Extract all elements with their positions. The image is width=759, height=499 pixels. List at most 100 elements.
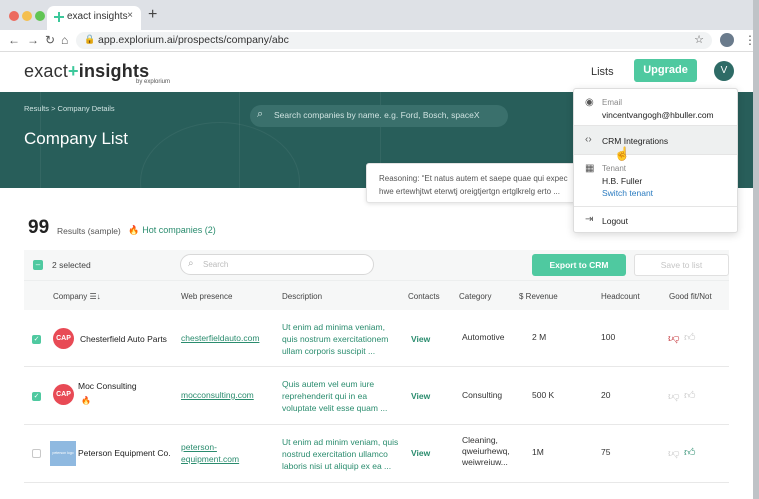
results-count: 99 bbox=[28, 217, 50, 238]
bookmark-star-icon[interactable]: ☆ bbox=[694, 33, 704, 46]
hand-cursor-icon: ☝ bbox=[614, 146, 631, 161]
description: Quis autem vel eum iure reprehenderit qu… bbox=[282, 379, 388, 413]
favicon-icon bbox=[54, 12, 64, 22]
column-header-good-fit: Good fit/Not bbox=[669, 292, 712, 301]
search-icon: ⌕ bbox=[257, 108, 264, 120]
column-header-description: Description bbox=[282, 292, 323, 301]
tab-close-icon[interactable]: × bbox=[127, 10, 133, 21]
home-icon[interactable]: ⌂ bbox=[61, 33, 68, 47]
column-header-contacts: Contacts bbox=[408, 292, 440, 301]
thumbs-up-icon[interactable]: 👍︎ bbox=[684, 389, 696, 403]
column-header-headcount: Headcount bbox=[601, 292, 640, 301]
revenue: 1M bbox=[532, 447, 544, 457]
column-header-revenue: $ Revenue bbox=[519, 292, 558, 301]
maximize-window-button[interactable] bbox=[35, 11, 45, 21]
logo-text-insights: insights bbox=[78, 61, 150, 81]
email-section: ◉ Email vincentvangogh@hbuller.com bbox=[574, 89, 737, 125]
description: Ut enim ad minim veniam, quis nostrud ex… bbox=[282, 437, 399, 471]
tenant-value: H.B. Fuller bbox=[602, 176, 643, 186]
selected-count: 2 selected bbox=[52, 260, 91, 270]
category: Cleaning, qweiurhewq, weiwreiuw... bbox=[462, 435, 510, 467]
good-fit-controls: 👍︎ 👍︎ bbox=[668, 446, 700, 460]
table-header: Company ☰↓ Web presence Description Cont… bbox=[24, 280, 729, 310]
view-contacts-link[interactable]: View bbox=[411, 391, 430, 401]
new-tab-button[interactable]: + bbox=[148, 6, 157, 24]
crm-integrations-item[interactable]: ‹› CRM Integrations bbox=[574, 126, 737, 154]
crm-integrations-label: CRM Integrations bbox=[602, 136, 669, 146]
row-checkbox[interactable]: ✓ bbox=[32, 335, 41, 344]
hot-companies-filter[interactable]: 🔥 Hot companies (2) bbox=[128, 225, 216, 236]
view-contacts-link[interactable]: View bbox=[411, 448, 430, 458]
company-search-input[interactable]: ⌕ Search companies by name. e.g. Ford, B… bbox=[250, 105, 508, 127]
url-text: app.explorium.ai/prospects/company/abc bbox=[98, 34, 289, 46]
headcount: 75 bbox=[601, 447, 611, 457]
minimize-window-button[interactable] bbox=[22, 11, 32, 21]
upgrade-button[interactable]: Upgrade bbox=[634, 59, 697, 82]
company-search-placeholder: Search companies by name. e.g. Ford, Bos… bbox=[274, 110, 480, 120]
export-to-crm-button[interactable]: Export to CRM bbox=[532, 254, 626, 276]
user-avatar[interactable]: V bbox=[714, 61, 734, 81]
tenant-label: Tenant bbox=[602, 164, 627, 173]
headcount: 100 bbox=[601, 332, 616, 342]
search-icon: ⌕ bbox=[188, 258, 194, 269]
thumbs-up-icon[interactable]: 👍︎ bbox=[684, 331, 696, 345]
save-to-list-button[interactable]: Save to list bbox=[634, 254, 729, 276]
forward-icon[interactable]: → bbox=[27, 33, 39, 47]
company-name[interactable]: Chesterfield Auto Parts bbox=[80, 334, 167, 344]
company-logo: CAP bbox=[53, 384, 74, 405]
thumbs-down-icon[interactable]: 👍︎ bbox=[668, 389, 680, 403]
lock-icon: 🔒 bbox=[84, 34, 96, 44]
table-row[interactable]: ✓ CAP Chesterfield Auto Parts chesterfie… bbox=[24, 310, 729, 367]
table-row[interactable]: ✓ CAP Moc Consulting 🔥 mocconsulting.com… bbox=[24, 367, 729, 425]
lists-link[interactable]: Lists bbox=[591, 66, 614, 78]
browser-tab-bar: exact insights × + bbox=[0, 0, 759, 30]
web-link[interactable]: mocconsulting.com bbox=[181, 389, 254, 401]
close-window-button[interactable] bbox=[9, 11, 19, 21]
hot-companies-label: Hot companies (2) bbox=[142, 225, 216, 235]
company-name[interactable]: Moc Consulting bbox=[78, 381, 137, 391]
url-field[interactable]: 🔒 app.explorium.ai/prospects/company/abc… bbox=[76, 32, 712, 49]
table-search-placeholder: Search bbox=[203, 260, 229, 269]
company-name[interactable]: Peterson Equipment Co. bbox=[78, 448, 171, 458]
reasoning-tooltip: Reasoning: “Et natus autem et saepe quae… bbox=[366, 163, 576, 203]
browser-profile-avatar[interactable] bbox=[720, 33, 734, 47]
logo[interactable]: exact+insights bbox=[24, 61, 149, 82]
fire-icon: 🔥 bbox=[81, 396, 91, 405]
revenue: 500 K bbox=[532, 390, 555, 400]
reasoning-line-1: Reasoning: “Et natus autem et saepe quae… bbox=[379, 174, 568, 183]
good-fit-controls: 👍︎ 👍︎ bbox=[668, 331, 700, 345]
email-value: vincentvangogh@hbuller.com bbox=[602, 110, 714, 120]
breadcrumb[interactable]: Results > Company Details bbox=[24, 104, 115, 113]
thumbs-down-icon[interactable]: 👍︎ bbox=[668, 331, 680, 345]
browser-tab[interactable]: exact insights × bbox=[47, 6, 141, 30]
integrations-icon: ‹› bbox=[585, 134, 592, 145]
table-row[interactable]: peterson logo Peterson Equipment Co. pet… bbox=[24, 425, 729, 483]
tenant-section: ▦ Tenant H.B. Fuller Switch tenant bbox=[574, 155, 737, 205]
fire-icon: 🔥 bbox=[128, 225, 140, 235]
select-all-checkbox[interactable]: – bbox=[33, 260, 43, 270]
email-label: Email bbox=[602, 98, 623, 107]
row-checkbox[interactable] bbox=[32, 449, 41, 458]
row-checkbox[interactable]: ✓ bbox=[32, 392, 41, 401]
view-contacts-link[interactable]: View bbox=[411, 334, 430, 344]
user-menu-dropdown: ◉ Email vincentvangogh@hbuller.com ‹› CR… bbox=[573, 88, 738, 233]
column-header-company[interactable]: Company ☰↓ bbox=[53, 292, 101, 301]
web-link[interactable]: chesterfieldauto.com bbox=[181, 332, 259, 344]
thumbs-down-icon[interactable]: 👍︎ bbox=[668, 446, 680, 460]
switch-tenant-link[interactable]: Switch tenant bbox=[602, 188, 653, 198]
table-search-input[interactable]: ⌕ Search bbox=[180, 254, 374, 275]
column-header-category: Category bbox=[459, 292, 492, 301]
table-toolbar: – 2 selected ⌕ Search Export to CRM Save… bbox=[24, 250, 729, 280]
thumbs-up-icon[interactable]: 👍︎ bbox=[684, 446, 696, 460]
description: Ut enim ad minima veniam, quis nostrum e… bbox=[282, 322, 389, 356]
company-logo: peterson logo bbox=[50, 441, 76, 466]
back-icon[interactable]: ← bbox=[8, 33, 20, 47]
app-header: exact+insights by explorium Lists Upgrad… bbox=[0, 52, 759, 92]
company-logo: CAP bbox=[53, 328, 74, 349]
reload-icon[interactable]: ↻ bbox=[45, 33, 55, 47]
results-count-label: Results (sample) bbox=[57, 226, 121, 236]
window-edge bbox=[753, 0, 759, 499]
web-link[interactable]: peterson-equipment.com bbox=[181, 441, 261, 465]
logout-item[interactable]: ⇥ Logout bbox=[574, 207, 737, 233]
column-header-web: Web presence bbox=[181, 292, 233, 301]
